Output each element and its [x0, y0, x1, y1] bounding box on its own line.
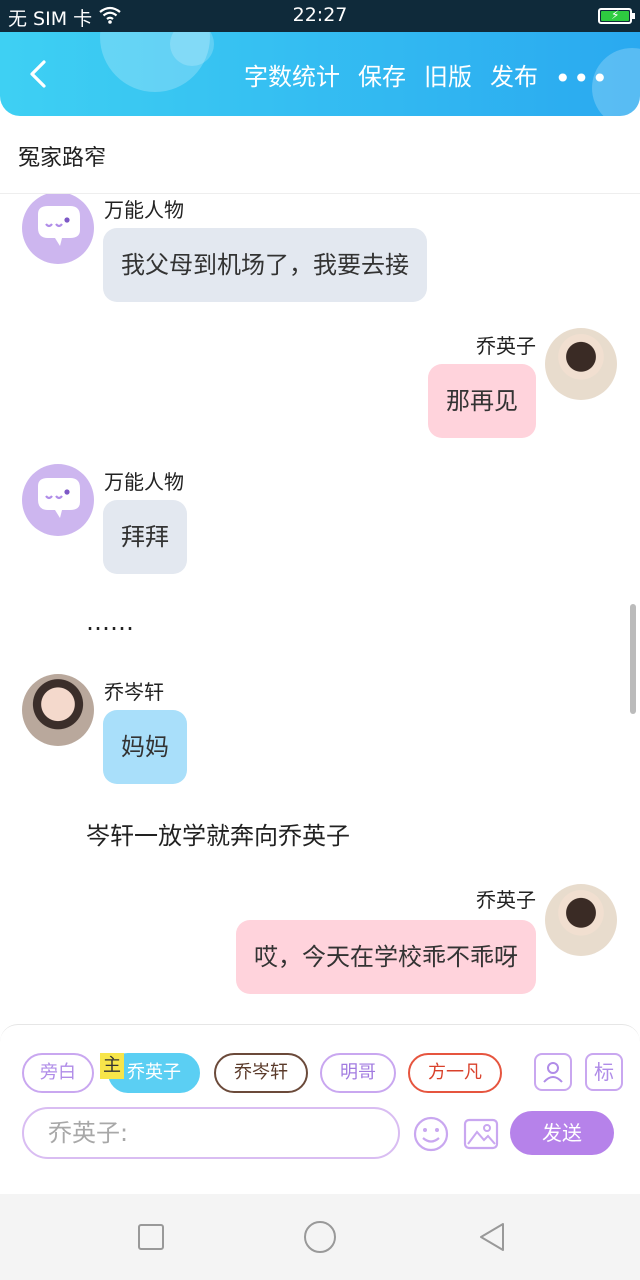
old-version-button[interactable]: 旧版 — [424, 57, 472, 92]
story-title: 冤家路窄 — [18, 146, 107, 171]
composer-panel: 旁白 乔英子 主 乔岑轩 明哥 方一凡 标 发送 — [0, 1024, 640, 1194]
header-actions: 字数统计 保存 旧版 发布 — [244, 32, 538, 116]
sender-name: 乔英子 — [476, 888, 536, 912]
sender-name: 万能人物 — [104, 470, 184, 494]
publish-button[interactable]: 发布 — [490, 57, 538, 92]
emoji-icon[interactable] — [412, 1115, 450, 1153]
message-bubble[interactable]: 那再见 — [428, 364, 536, 438]
child-avatar[interactable] — [22, 674, 94, 746]
scrollbar[interactable] — [630, 604, 636, 714]
user-avatar[interactable] — [545, 328, 617, 400]
status-time: 22:27 — [292, 4, 348, 26]
back-arrow-icon — [30, 60, 46, 88]
narration-text[interactable]: 岑轩一放学就奔向乔英子 — [86, 816, 350, 851]
more-icon[interactable]: ••• — [554, 62, 610, 95]
message-bubble[interactable]: 拜拜 — [103, 500, 187, 574]
battery-icon: ⚡ — [598, 8, 635, 24]
role-chip[interactable]: 方一凡 — [408, 1053, 502, 1093]
message-bubble[interactable]: 我父母到机场了，我要去接 — [103, 228, 427, 302]
role-manage-icon[interactable] — [534, 1053, 572, 1091]
sender-name: 乔英子 — [476, 334, 536, 358]
message-input-box[interactable] — [22, 1107, 400, 1159]
top-header: 字数统计 保存 旧版 发布 ••• — [0, 32, 640, 116]
role-chip-narrator[interactable]: 旁白 — [22, 1053, 94, 1093]
message-bubble[interactable]: 妈妈 — [103, 710, 187, 784]
home-icon — [304, 1221, 336, 1253]
user-avatar[interactable] — [545, 884, 617, 956]
system-nav-bar — [0, 1194, 640, 1280]
recent-apps-icon — [138, 1224, 164, 1250]
status-bar: 无 SIM 卡 22:27 ⚡ — [0, 0, 640, 32]
message-input[interactable] — [24, 1109, 398, 1157]
narration-text[interactable]: …… — [86, 608, 134, 636]
back-button[interactable] — [20, 54, 60, 94]
chat-area[interactable]: 万能人物 我父母到机场了，我要去接 乔英子 那再见 万能人物 拜拜 …… 乔岑轩… — [0, 194, 640, 1024]
save-button[interactable]: 保存 — [358, 57, 406, 92]
word-count-button[interactable]: 字数统计 — [244, 57, 340, 92]
npc-avatar[interactable] — [22, 194, 94, 264]
role-chip[interactable]: 明哥 — [320, 1053, 396, 1093]
image-icon[interactable] — [462, 1115, 500, 1153]
sender-name: 乔岑轩 — [104, 680, 164, 704]
sender-name: 万能人物 — [104, 198, 184, 222]
send-button[interactable]: 发送 — [510, 1111, 614, 1155]
main-role-tag: 主 — [100, 1053, 124, 1079]
npc-avatar[interactable] — [22, 464, 94, 536]
role-chip[interactable]: 乔岑轩 — [214, 1053, 308, 1093]
chat-bubble-icon — [38, 206, 80, 246]
chat-bubble-icon — [38, 478, 80, 518]
back-nav-icon — [480, 1223, 504, 1251]
message-bubble[interactable]: 哎，今天在学校乖不乖呀 — [236, 920, 536, 994]
mark-button[interactable]: 标 — [585, 1053, 623, 1091]
story-title-row: 冤家路窄 — [0, 116, 640, 194]
